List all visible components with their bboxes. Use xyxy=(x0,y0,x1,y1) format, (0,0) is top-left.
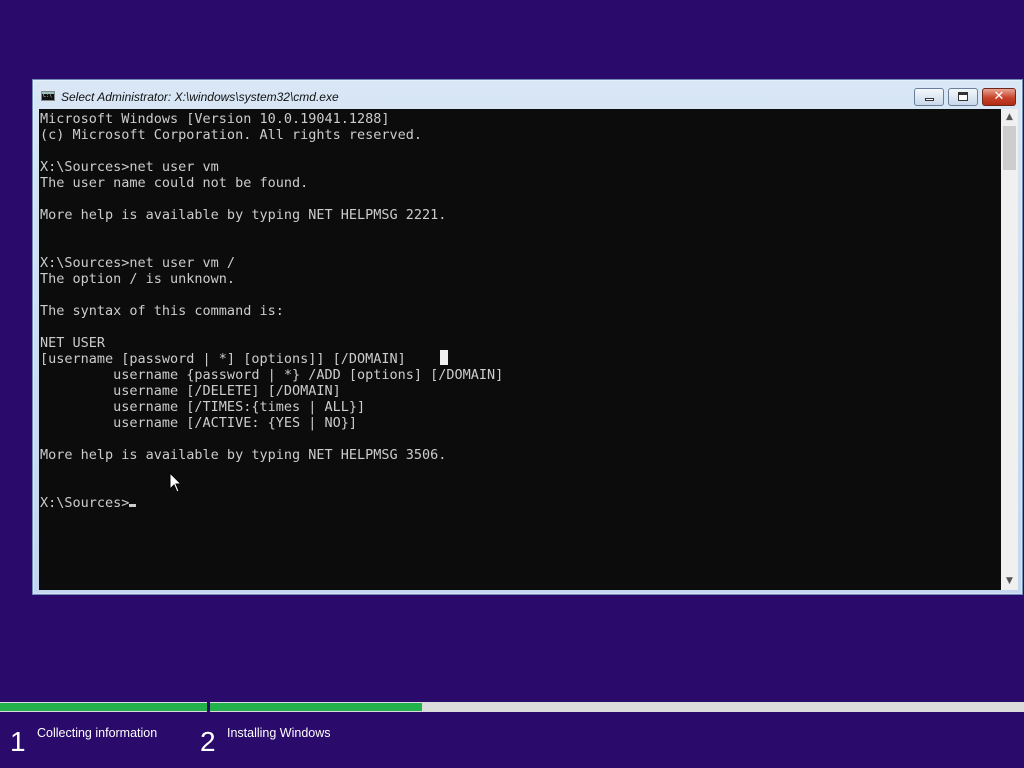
cmd-window[interactable]: Select Administrator: X:\windows\system3… xyxy=(32,79,1023,595)
console-line: More help is available by typing NET HEL… xyxy=(40,207,447,223)
console-line: username [/TIMES:{times | ALL}] xyxy=(40,399,366,415)
progress-segment-collecting xyxy=(0,702,207,712)
step-label: Collecting information xyxy=(37,726,158,740)
progress-fill-installing xyxy=(210,703,422,711)
console-line: [username [password | *] [options]] [/DO… xyxy=(40,351,406,367)
console-output[interactable]: Microsoft Windows [Version 10.0.19041.12… xyxy=(39,109,1018,590)
console-line: NET USER xyxy=(40,335,106,351)
scroll-up-arrow-icon[interactable]: ▲ xyxy=(1001,109,1018,126)
progress-segment-installing xyxy=(210,702,1024,712)
vertical-scrollbar[interactable]: ▲ ▼ xyxy=(1001,109,1018,590)
progress-fill-collecting xyxy=(0,703,207,711)
console-line: The syntax of this command is: xyxy=(40,303,284,319)
mouse-pointer-icon xyxy=(169,472,183,493)
scroll-down-arrow-icon[interactable]: ▼ xyxy=(1001,573,1018,590)
console-line: username [/DELETE] [/DOMAIN] xyxy=(40,383,341,399)
step-number: 2 xyxy=(200,726,216,757)
text-cursor xyxy=(129,504,137,507)
title-bar[interactable]: Select Administrator: X:\windows\system3… xyxy=(33,80,1022,110)
console-line: (c) Microsoft Corporation. All rights re… xyxy=(40,127,423,143)
minimize-icon xyxy=(925,98,934,101)
setup-progress xyxy=(0,702,1024,712)
selection-block xyxy=(440,350,448,365)
cmd-icon[interactable] xyxy=(41,91,55,101)
console-line: Microsoft Windows [Version 10.0.19041.12… xyxy=(40,111,390,127)
console-text[interactable]: Microsoft Windows [Version 10.0.19041.12… xyxy=(40,111,503,511)
console-line: X:\Sources> xyxy=(40,495,130,511)
close-button[interactable]: ✕ xyxy=(982,88,1016,106)
console-line: The user name could not be found. xyxy=(40,175,309,191)
console-line: More help is available by typing NET HEL… xyxy=(40,447,447,463)
step-number: 1 xyxy=(10,726,26,757)
maximize-button[interactable] xyxy=(948,88,978,106)
console-line: X:\Sources>net user vm / xyxy=(40,255,236,271)
minimize-button[interactable] xyxy=(914,88,944,106)
console-line: X:\Sources>net user vm xyxy=(40,159,219,175)
console-line: username {password | *} /ADD [options] [… xyxy=(40,367,504,383)
maximize-icon xyxy=(958,92,968,101)
setup-steps: 1 Collecting information 2 Installing Wi… xyxy=(0,718,1024,768)
window-title: Select Administrator: X:\windows\system3… xyxy=(61,90,339,104)
console-line: username [/ACTIVE: {YES | NO}] xyxy=(40,415,357,431)
close-icon: ✕ xyxy=(993,89,1005,104)
console-line: The option / is unknown. xyxy=(40,271,236,287)
step-label: Installing Windows xyxy=(227,726,331,740)
scroll-thumb[interactable] xyxy=(1003,126,1016,170)
